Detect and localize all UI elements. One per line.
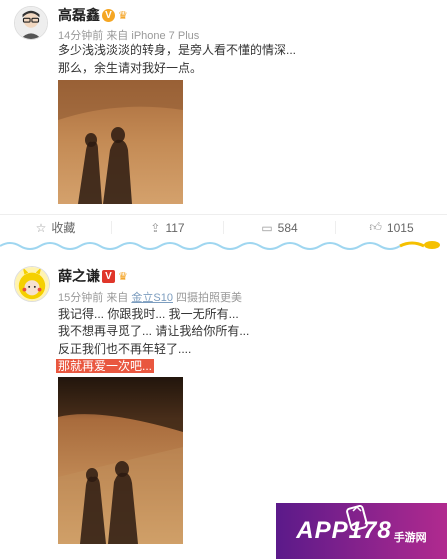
post-time: 14分钟前: [58, 30, 104, 42]
like-button[interactable]: 👍︎ 1015: [336, 215, 447, 240]
action-bar: ☆ 收藏 ⇪ 117 ▭ 584 👍︎ 1015: [0, 214, 447, 240]
weibo-post-1: 高磊鑫 V ♛ 14分钟前 来自 iPhone 7 Plus 多少浅浅淡淡的转身，是…: [0, 0, 447, 243]
post-line: 那么，余生请对我好一点。: [58, 61, 203, 75]
post-line: 我不想再寻觅了... 请让我给你所有...: [58, 324, 250, 338]
like-count: 1015: [386, 220, 414, 235]
post-line-highlighted: 那就再爱一次吧...: [56, 359, 155, 374]
watermark-brand: APP178: [296, 517, 392, 544]
username-text[interactable]: 高磊鑫: [58, 7, 100, 23]
source-prefix: 来自: [106, 30, 129, 42]
source-prefix: 来自: [106, 292, 129, 304]
comment-icon: ▭: [261, 220, 273, 235]
post-image[interactable]: [58, 377, 183, 544]
source-device-link[interactable]: 金立S10: [131, 292, 173, 304]
verified-icon: V: [102, 270, 115, 283]
post-line: 多少浅浅淡淡的转身，是旁人看不懂的情深...: [58, 43, 297, 57]
crown-icon: ♛: [118, 271, 128, 283]
repost-icon: ⇪: [150, 220, 161, 235]
username-text[interactable]: 薛之谦: [58, 268, 100, 284]
comment-count: 584: [277, 220, 298, 235]
post-image[interactable]: [58, 80, 183, 204]
thumbs-up-icon: 👍︎: [369, 220, 382, 234]
star-icon: ☆: [35, 220, 47, 235]
post-line: 我记得... 你跟我时... 我一无所有...: [58, 307, 239, 321]
source-device: iPhone 7 Plus: [131, 30, 200, 42]
highlighted-text: 那就再爱一次吧...: [56, 359, 155, 373]
watermark-sub: 手游网: [393, 532, 427, 544]
favorite-button[interactable]: ☆ 收藏: [0, 215, 111, 240]
crown-icon: ♛: [118, 10, 128, 22]
avatar[interactable]: [14, 6, 48, 40]
post-meta: 15分钟前 来自 金立S10 四摄拍照更美: [58, 289, 242, 305]
repost-button[interactable]: ⇪ 117: [112, 215, 223, 240]
post-time: 15分钟前: [58, 292, 104, 304]
username[interactable]: 薛之谦 V ♛: [58, 266, 128, 286]
repost-count: 117: [165, 220, 185, 235]
source-tagline: 四摄拍照更美: [176, 292, 243, 304]
avatar[interactable]: [14, 266, 50, 302]
post-meta: 14分钟前 来自 iPhone 7 Plus: [58, 27, 199, 43]
phone-logo-icon: [346, 505, 368, 531]
username[interactable]: 高磊鑫 V ♛: [58, 5, 128, 25]
favorite-label: 收藏: [51, 221, 76, 235]
verified-icon: V: [102, 9, 115, 22]
comment-button[interactable]: ▭ 584: [224, 215, 335, 240]
post-line: 反正我们也不再年轻了....: [58, 342, 192, 356]
